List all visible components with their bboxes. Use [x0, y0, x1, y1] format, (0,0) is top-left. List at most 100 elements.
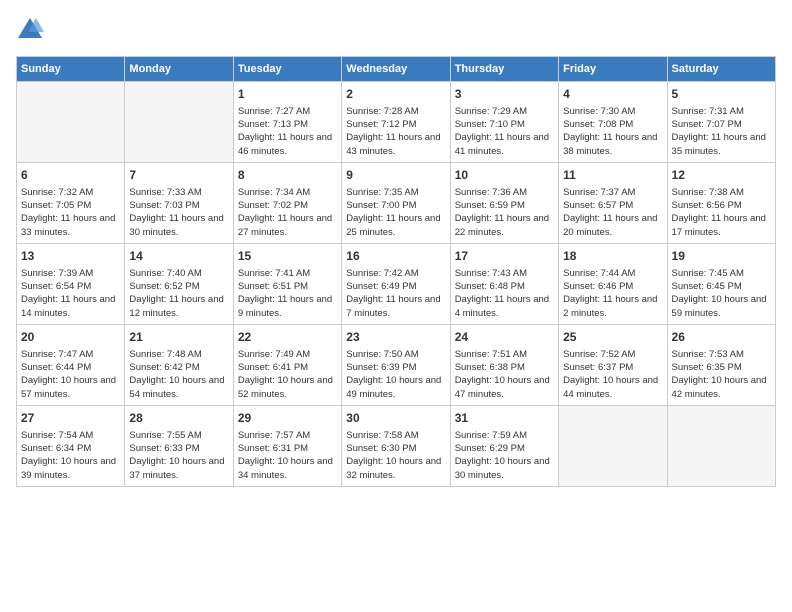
day-info: Sunrise: 7:34 AMSunset: 7:02 PMDaylight:… — [238, 186, 337, 239]
day-cell: 3 Sunrise: 7:29 AMSunset: 7:10 PMDaylight… — [450, 82, 558, 163]
weekday-header-saturday: Saturday — [667, 57, 775, 82]
day-number: 7 — [129, 167, 228, 184]
day-number: 27 — [21, 410, 120, 427]
day-cell: 1 Sunrise: 7:27 AMSunset: 7:13 PMDaylight… — [233, 82, 341, 163]
day-info: Sunrise: 7:57 AMSunset: 6:31 PMDaylight:… — [238, 429, 337, 482]
day-cell: 5 Sunrise: 7:31 AMSunset: 7:07 PMDaylight… — [667, 82, 775, 163]
day-number: 3 — [455, 86, 554, 103]
weekday-header-monday: Monday — [125, 57, 233, 82]
weekday-header-sunday: Sunday — [17, 57, 125, 82]
day-info: Sunrise: 7:31 AMSunset: 7:07 PMDaylight:… — [672, 105, 771, 158]
day-cell: 29 Sunrise: 7:57 AMSunset: 6:31 PMDayligh… — [233, 405, 341, 486]
day-info: Sunrise: 7:51 AMSunset: 6:38 PMDaylight:… — [455, 348, 554, 401]
day-info: Sunrise: 7:45 AMSunset: 6:45 PMDaylight:… — [672, 267, 771, 320]
day-info: Sunrise: 7:40 AMSunset: 6:52 PMDaylight:… — [129, 267, 228, 320]
day-info: Sunrise: 7:47 AMSunset: 6:44 PMDaylight:… — [21, 348, 120, 401]
day-number: 21 — [129, 329, 228, 346]
day-number: 28 — [129, 410, 228, 427]
day-number: 12 — [672, 167, 771, 184]
day-info: Sunrise: 7:52 AMSunset: 6:37 PMDaylight:… — [563, 348, 662, 401]
day-cell: 2 Sunrise: 7:28 AMSunset: 7:12 PMDaylight… — [342, 82, 450, 163]
day-cell: 7 Sunrise: 7:33 AMSunset: 7:03 PMDaylight… — [125, 162, 233, 243]
day-info: Sunrise: 7:32 AMSunset: 7:05 PMDaylight:… — [21, 186, 120, 239]
day-cell: 12 Sunrise: 7:38 AMSunset: 6:56 PMDayligh… — [667, 162, 775, 243]
day-info: Sunrise: 7:37 AMSunset: 6:57 PMDaylight:… — [563, 186, 662, 239]
day-number: 19 — [672, 248, 771, 265]
day-info: Sunrise: 7:50 AMSunset: 6:39 PMDaylight:… — [346, 348, 445, 401]
day-info: Sunrise: 7:39 AMSunset: 6:54 PMDaylight:… — [21, 267, 120, 320]
day-cell: 15 Sunrise: 7:41 AMSunset: 6:51 PMDayligh… — [233, 243, 341, 324]
day-info: Sunrise: 7:58 AMSunset: 6:30 PMDaylight:… — [346, 429, 445, 482]
weekday-header-row: SundayMondayTuesdayWednesdayThursdayFrid… — [17, 57, 776, 82]
day-number: 9 — [346, 167, 445, 184]
day-info: Sunrise: 7:55 AMSunset: 6:33 PMDaylight:… — [129, 429, 228, 482]
day-number: 15 — [238, 248, 337, 265]
weekday-header-friday: Friday — [559, 57, 667, 82]
day-cell: 18 Sunrise: 7:44 AMSunset: 6:46 PMDayligh… — [559, 243, 667, 324]
day-cell: 26 Sunrise: 7:53 AMSunset: 6:35 PMDayligh… — [667, 324, 775, 405]
day-cell: 28 Sunrise: 7:55 AMSunset: 6:33 PMDayligh… — [125, 405, 233, 486]
day-info: Sunrise: 7:41 AMSunset: 6:51 PMDaylight:… — [238, 267, 337, 320]
calendar: SundayMondayTuesdayWednesdayThursdayFrid… — [16, 56, 776, 487]
day-info: Sunrise: 7:48 AMSunset: 6:42 PMDaylight:… — [129, 348, 228, 401]
day-cell — [667, 405, 775, 486]
day-cell: 17Sunrise: 7:43 AMSunset: 6:48 PMDayligh… — [450, 243, 558, 324]
day-info: Sunrise: 7:28 AMSunset: 7:12 PMDaylight:… — [346, 105, 445, 158]
day-cell: 31 Sunrise: 7:59 AMSunset: 6:29 PMDayligh… — [450, 405, 558, 486]
day-info: Sunrise: 7:54 AMSunset: 6:34 PMDaylight:… — [21, 429, 120, 482]
day-cell — [125, 82, 233, 163]
day-info: Sunrise: 7:33 AMSunset: 7:03 PMDaylight:… — [129, 186, 228, 239]
day-number: 24 — [455, 329, 554, 346]
day-cell: 14Sunrise: 7:40 AMSunset: 6:52 PMDayligh… — [125, 243, 233, 324]
day-number: 1 — [238, 86, 337, 103]
day-info: Sunrise: 7:42 AMSunset: 6:49 PMDaylight:… — [346, 267, 445, 320]
day-number: 18 — [563, 248, 662, 265]
day-cell — [17, 82, 125, 163]
day-info: Sunrise: 7:29 AMSunset: 7:10 PMDaylight:… — [455, 105, 554, 158]
day-info: Sunrise: 7:44 AMSunset: 6:46 PMDaylight:… — [563, 267, 662, 320]
weekday-header-thursday: Thursday — [450, 57, 558, 82]
day-number: 25 — [563, 329, 662, 346]
day-info: Sunrise: 7:35 AMSunset: 7:00 PMDaylight:… — [346, 186, 445, 239]
logo — [16, 16, 48, 44]
day-number: 4 — [563, 86, 662, 103]
week-row-4: 20 Sunrise: 7:47 AMSunset: 6:44 PMDayligh… — [17, 324, 776, 405]
day-cell: 30 Sunrise: 7:58 AMSunset: 6:30 PMDayligh… — [342, 405, 450, 486]
weekday-header-wednesday: Wednesday — [342, 57, 450, 82]
day-cell: 4Sunrise: 7:30 AMSunset: 7:08 PMDaylight… — [559, 82, 667, 163]
day-number: 26 — [672, 329, 771, 346]
day-cell: 20 Sunrise: 7:47 AMSunset: 6:44 PMDayligh… — [17, 324, 125, 405]
logo-icon — [16, 16, 44, 44]
day-info: Sunrise: 7:38 AMSunset: 6:56 PMDaylight:… — [672, 186, 771, 239]
day-info: Sunrise: 7:53 AMSunset: 6:35 PMDaylight:… — [672, 348, 771, 401]
day-number: 29 — [238, 410, 337, 427]
week-row-5: 27 Sunrise: 7:54 AMSunset: 6:34 PMDayligh… — [17, 405, 776, 486]
day-number: 2 — [346, 86, 445, 103]
week-row-1: 1 Sunrise: 7:27 AMSunset: 7:13 PMDaylight… — [17, 82, 776, 163]
day-cell: 13 Sunrise: 7:39 AMSunset: 6:54 PMDayligh… — [17, 243, 125, 324]
day-cell — [559, 405, 667, 486]
day-number: 13 — [21, 248, 120, 265]
day-cell: 21 Sunrise: 7:48 AMSunset: 6:42 PMDayligh… — [125, 324, 233, 405]
day-number: 31 — [455, 410, 554, 427]
day-number: 30 — [346, 410, 445, 427]
day-cell: 11 Sunrise: 7:37 AMSunset: 6:57 PMDayligh… — [559, 162, 667, 243]
day-cell: 22Sunrise: 7:49 AMSunset: 6:41 PMDayligh… — [233, 324, 341, 405]
day-number: 11 — [563, 167, 662, 184]
day-cell: 6Sunrise: 7:32 AMSunset: 7:05 PMDaylight… — [17, 162, 125, 243]
week-row-3: 13 Sunrise: 7:39 AMSunset: 6:54 PMDayligh… — [17, 243, 776, 324]
day-info: Sunrise: 7:36 AMSunset: 6:59 PMDaylight:… — [455, 186, 554, 239]
day-cell: 23 Sunrise: 7:50 AMSunset: 6:39 PMDayligh… — [342, 324, 450, 405]
day-cell: 10 Sunrise: 7:36 AMSunset: 6:59 PMDayligh… — [450, 162, 558, 243]
day-number: 5 — [672, 86, 771, 103]
weekday-header-tuesday: Tuesday — [233, 57, 341, 82]
day-info: Sunrise: 7:59 AMSunset: 6:29 PMDaylight:… — [455, 429, 554, 482]
day-number: 22 — [238, 329, 337, 346]
day-number: 10 — [455, 167, 554, 184]
day-info: Sunrise: 7:43 AMSunset: 6:48 PMDaylight:… — [455, 267, 554, 320]
day-info: Sunrise: 7:27 AMSunset: 7:13 PMDaylight:… — [238, 105, 337, 158]
day-number: 8 — [238, 167, 337, 184]
day-number: 20 — [21, 329, 120, 346]
day-cell: 8 Sunrise: 7:34 AMSunset: 7:02 PMDaylight… — [233, 162, 341, 243]
day-number: 23 — [346, 329, 445, 346]
